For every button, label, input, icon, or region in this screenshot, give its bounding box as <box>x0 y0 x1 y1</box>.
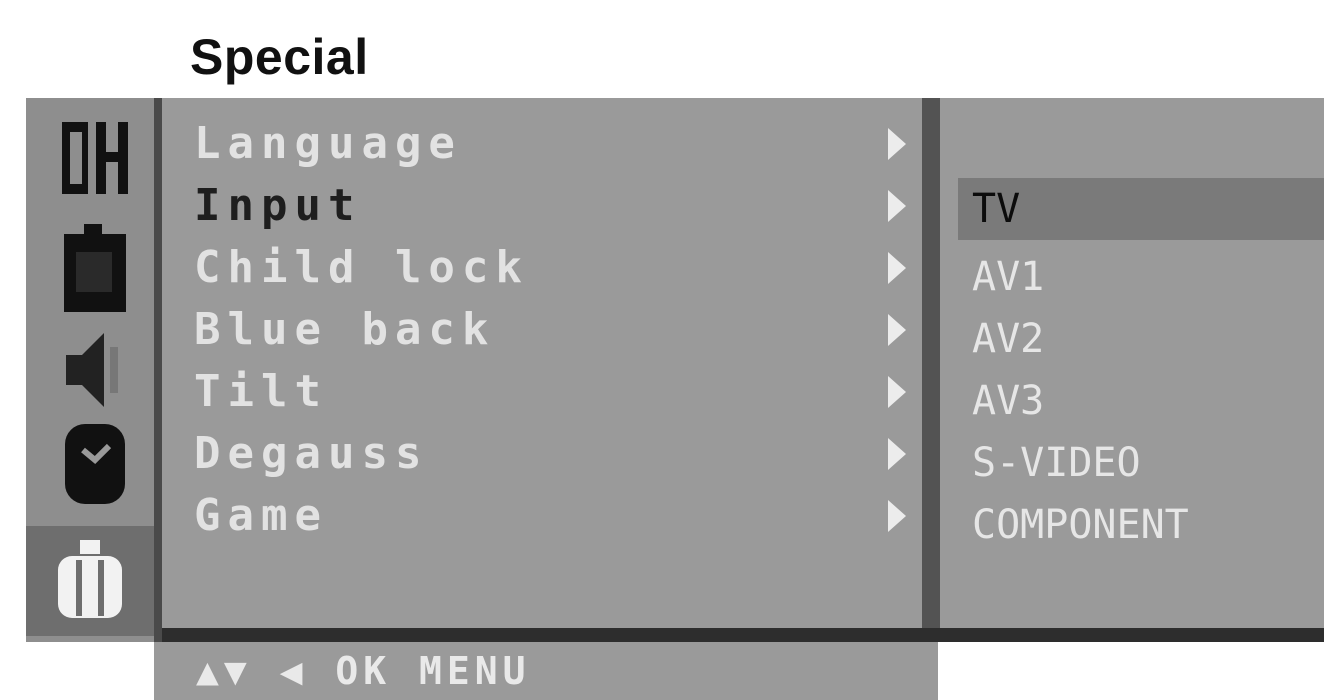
menu-item-label: Language <box>194 118 462 169</box>
menu-item-label: Input <box>194 180 362 231</box>
submenu-item-av3[interactable]: AV3 <box>958 370 1324 432</box>
navigation-hints: ▲▼ ◀ OK MENU <box>154 642 938 700</box>
menu-item-language[interactable]: Language <box>194 114 914 174</box>
menu-item-child-lock[interactable]: Child lock <box>194 238 914 298</box>
menu-divider <box>922 98 940 634</box>
chevron-right-icon <box>888 128 906 160</box>
sidebar-separator <box>154 98 162 642</box>
submenu-item-s-video[interactable]: S-VIDEO <box>958 432 1324 494</box>
submenu-item-av2[interactable]: AV2 <box>958 308 1324 370</box>
input-submenu: TV AV1 AV2 AV3 S-VIDEO COMPONENT <box>958 178 1324 578</box>
menu-item-label: Game <box>194 490 328 541</box>
panel-bottom-border <box>162 628 1324 642</box>
menu-item-tilt[interactable]: Tilt <box>194 362 914 422</box>
submenu-item-av1[interactable]: AV1 <box>958 246 1324 308</box>
chevron-right-icon <box>888 376 906 408</box>
picture-icon[interactable] <box>58 224 132 312</box>
category-sidebar <box>26 98 162 642</box>
submenu-item-tv[interactable]: TV <box>958 178 1324 240</box>
menu-item-label: Child lock <box>194 242 529 293</box>
sound-icon[interactable] <box>58 328 132 412</box>
menu-item-label: Degauss <box>194 428 429 479</box>
menu-item-degauss[interactable]: Degauss <box>194 424 914 484</box>
chevron-right-icon <box>888 190 906 222</box>
submenu-item-component[interactable]: COMPONENT <box>958 494 1324 556</box>
channel-icon[interactable] <box>58 116 132 200</box>
osd-menu-panel: Language Input Child lock Blue back Tilt… <box>26 98 1324 642</box>
timer-icon[interactable] <box>58 420 132 504</box>
page-title: Special <box>190 29 369 85</box>
special-icon[interactable] <box>26 526 154 636</box>
chevron-right-icon <box>888 438 906 470</box>
menu-item-blue-back[interactable]: Blue back <box>194 300 914 360</box>
chevron-right-icon <box>888 314 906 346</box>
special-menu: Language Input Child lock Blue back Tilt… <box>162 98 922 634</box>
chevron-right-icon <box>888 252 906 284</box>
menu-item-game[interactable]: Game <box>194 486 914 546</box>
menu-item-label: Blue back <box>194 304 496 355</box>
menu-item-label: Tilt <box>194 366 328 417</box>
menu-item-input[interactable]: Input <box>194 176 914 236</box>
chevron-right-icon <box>888 500 906 532</box>
